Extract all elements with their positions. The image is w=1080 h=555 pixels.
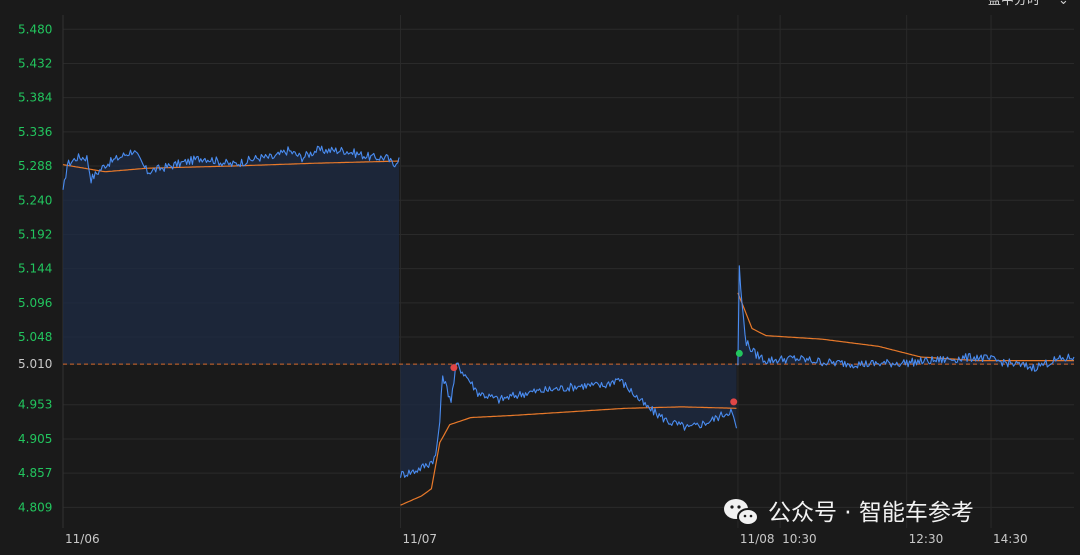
y-tick-label: 5.384 bbox=[18, 91, 52, 105]
x-tick-label: 10:30 bbox=[782, 532, 817, 546]
y-tick-label: 5.010 bbox=[18, 357, 52, 371]
y-tick-label: 5.144 bbox=[18, 262, 52, 276]
intraday-chart: 5.480 5.432 5.384 5.336 5.288 5.240 5.192 5.144… bbox=[18, 0, 1075, 546]
y-tick-label: 5.432 bbox=[18, 56, 52, 70]
x-tick-label: 11/06 bbox=[65, 532, 100, 546]
y-tick-label: 5.480 bbox=[18, 22, 52, 36]
event-marker bbox=[730, 398, 738, 406]
x-tick-label: 14:30 bbox=[993, 532, 1028, 546]
event-marker bbox=[735, 349, 743, 357]
x-tick-label: 11/07 bbox=[402, 532, 437, 546]
y-tick-label: 5.192 bbox=[18, 227, 52, 241]
chevron-down-icon[interactable]: ⌄ bbox=[1058, 0, 1069, 8]
wechat-icon bbox=[724, 499, 759, 526]
mode-selector-label[interactable]: 盘中分时 bbox=[988, 0, 1040, 8]
mode-selector[interactable]: 盘中分时 ⌄ bbox=[988, 0, 1069, 8]
x-tick-label: 11/08 bbox=[740, 532, 775, 546]
y-tick-label: 4.905 bbox=[18, 432, 52, 446]
y-tick-label: 5.096 bbox=[18, 296, 52, 310]
event-marker bbox=[450, 364, 458, 372]
watermark-text: 公众号 · 智能车参考 bbox=[768, 500, 974, 526]
y-tick-label: 5.240 bbox=[18, 193, 52, 207]
price-area-11/08 bbox=[737, 265, 1074, 372]
y-tick-label: 4.857 bbox=[18, 466, 52, 480]
y-tick-label: 4.953 bbox=[18, 398, 52, 412]
price-area bbox=[63, 146, 1074, 478]
price-area-11/07 bbox=[400, 363, 737, 478]
y-axis: 5.480 5.432 5.384 5.336 5.288 5.240 5.192 5.144… bbox=[18, 22, 52, 514]
y-tick-label: 5.336 bbox=[18, 125, 52, 139]
y-tick-label: 4.809 bbox=[18, 500, 52, 514]
x-axis: 11/06 11/07 11/08 10:30 12:30 14:30 bbox=[65, 532, 1028, 546]
price-area-11/06 bbox=[63, 146, 400, 365]
price-line-11/08 bbox=[737, 265, 1075, 372]
x-tick-label: 12:30 bbox=[909, 532, 944, 546]
y-tick-label: 5.288 bbox=[18, 159, 52, 173]
watermark: 公众号 · 智能车参考 bbox=[724, 499, 974, 526]
y-tick-label: 5.048 bbox=[18, 330, 52, 344]
